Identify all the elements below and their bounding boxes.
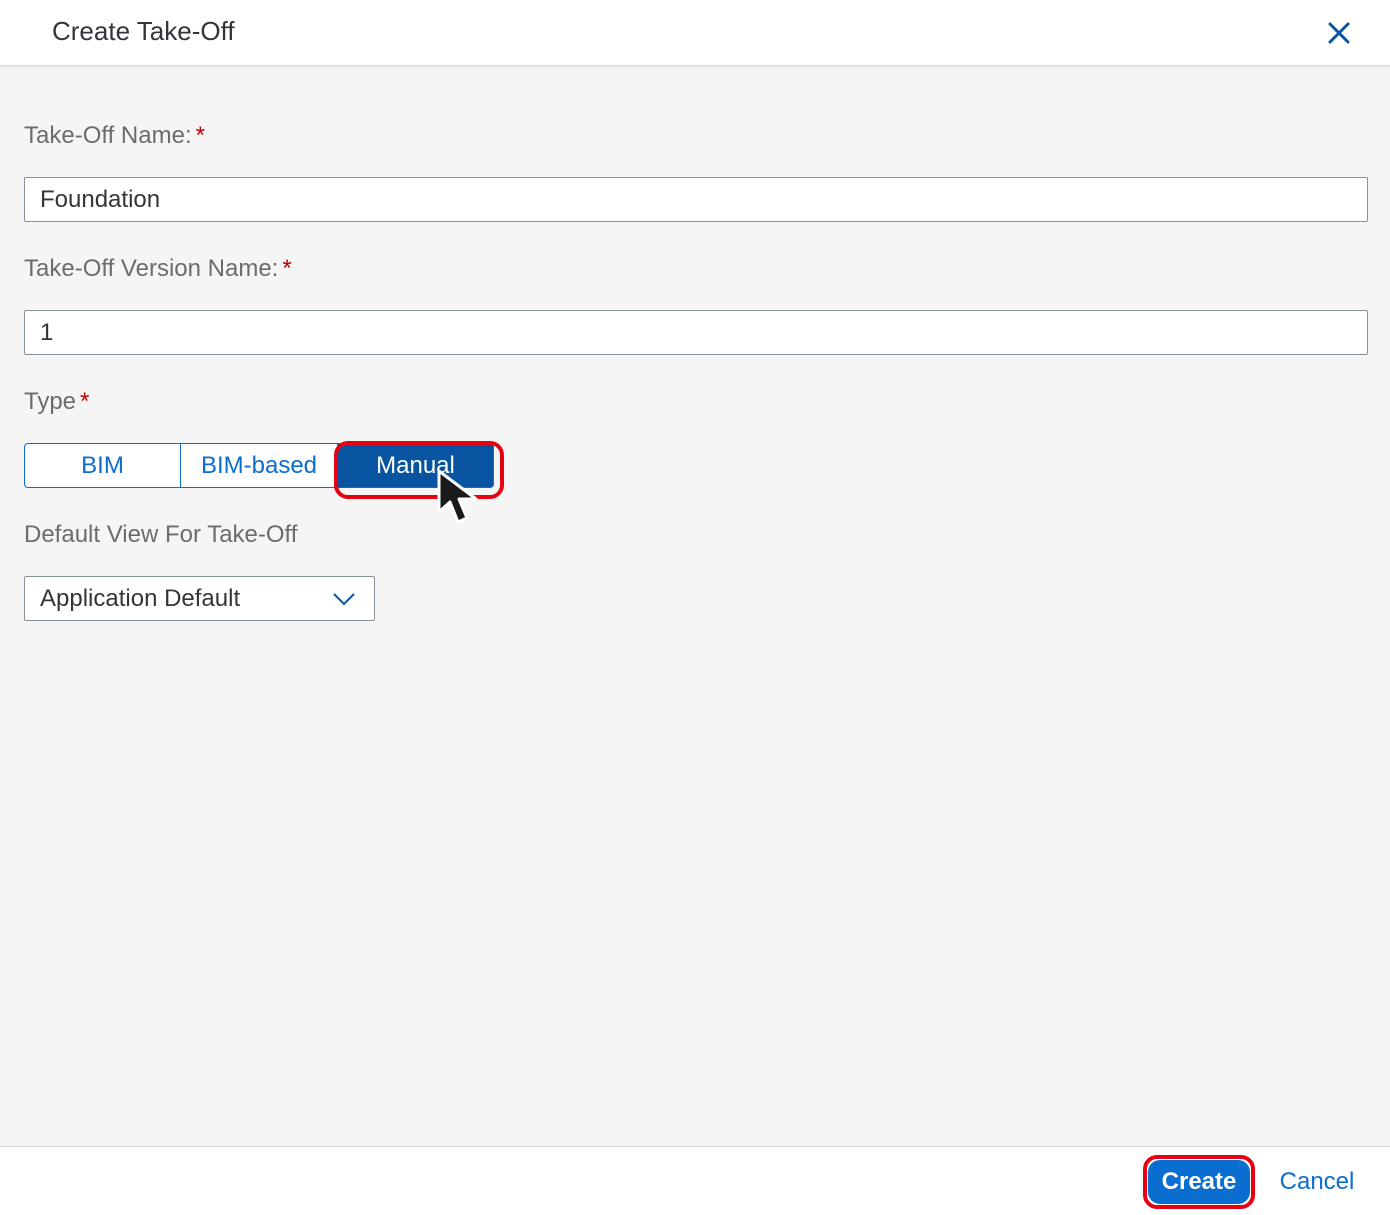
takeoff-name-input[interactable] [24, 177, 1368, 222]
close-button[interactable] [1322, 16, 1356, 50]
type-option-manual[interactable]: Manual [338, 443, 494, 488]
chevron-down-icon [333, 593, 355, 606]
type-option-bim-based[interactable]: BIM-based [181, 443, 338, 488]
version-name-label-text: Take-Off Version Name: [24, 255, 279, 282]
cancel-button[interactable]: Cancel [1266, 1160, 1368, 1204]
required-mark: * [195, 122, 205, 149]
required-mark: * [282, 255, 292, 282]
type-label-text: Type [24, 388, 77, 415]
takeoff-name-label: Take-Off Name: * [24, 122, 205, 150]
version-name-input[interactable] [24, 310, 1368, 355]
type-option-bim[interactable]: BIM [24, 443, 181, 488]
default-view-label: Default View For Take-Off [24, 521, 298, 548]
required-mark: * [80, 388, 90, 415]
takeoff-name-label-text: Take-Off Name: [24, 122, 192, 149]
type-segmented-button: BIM BIM-based Manual [24, 443, 494, 488]
default-view-value: Application Default [40, 584, 241, 612]
close-icon [1328, 22, 1350, 44]
type-label: Type * [24, 388, 89, 416]
dialog-title: Create Take-Off [52, 16, 235, 46]
dialog-header: Create Take-Off [0, 0, 1390, 66]
version-name-label: Take-Off Version Name: * [24, 255, 292, 283]
default-view-select[interactable]: Application Default [24, 576, 375, 621]
create-button[interactable]: Create [1148, 1160, 1250, 1204]
